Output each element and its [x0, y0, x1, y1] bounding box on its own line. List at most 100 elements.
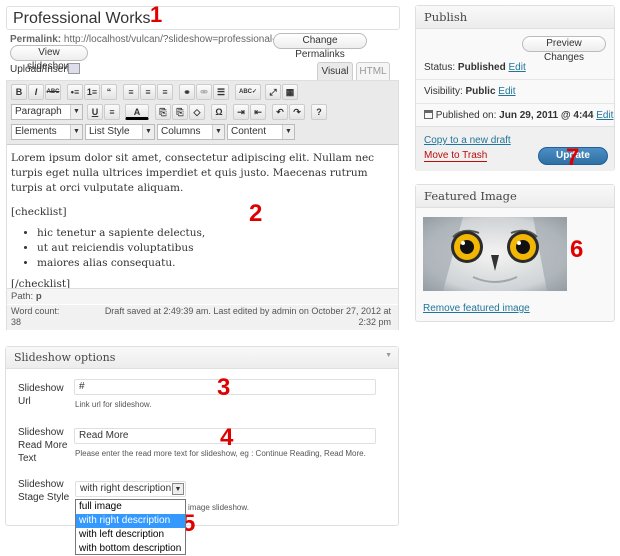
justify-button[interactable]: ≡ — [104, 104, 120, 120]
annotation-4: 4 — [220, 424, 234, 451]
tab-visual[interactable]: Visual — [317, 62, 353, 80]
align-right-button[interactable]: ≡ — [157, 84, 173, 100]
publish-box: Publish Preview Changes Status: Publishe… — [415, 5, 615, 171]
annotation-1: 1 — [150, 2, 163, 27]
visibility-edit-link[interactable]: Edit — [498, 86, 515, 97]
featured-image-title: Featured Image — [416, 185, 614, 208]
status-value: Published — [457, 62, 506, 73]
move-to-trash-link[interactable]: Move to Trash — [424, 150, 488, 162]
change-permalinks-button[interactable]: Change Permalinks — [273, 33, 367, 60]
italic-button[interactable]: I — [28, 84, 44, 100]
content-select[interactable]: Content ▼ — [227, 124, 295, 140]
align-center-button[interactable]: ≡ — [140, 84, 156, 100]
dropdown-option-bottom-description[interactable]: with bottom description — [76, 542, 185, 556]
text-color-button[interactable]: A — [125, 104, 149, 120]
checklist: hic tenetur a sapiente delectus, ut aut … — [37, 226, 393, 271]
chevron-down-icon: ▼ — [70, 105, 82, 119]
dropdown-option-full-image[interactable]: full image — [76, 500, 185, 514]
liststyle-select[interactable]: List Style ▼ — [85, 124, 155, 140]
editor-toolbar: B I ABC •≡ 1≡ “ ≡ ≡ ≡ ⚭ ⚮ ☰ ABC✓ ⤢ ▦ Par… — [7, 81, 398, 145]
visibility-label: Visibility: — [424, 86, 463, 97]
published-label: Published on: — [435, 110, 497, 121]
path-value[interactable]: p — [36, 291, 42, 302]
underline-button[interactable]: U — [87, 104, 103, 120]
annotation-2: 2 — [249, 200, 263, 227]
indent-button[interactable]: ⇥ — [233, 104, 249, 120]
status-bar: Word count: 38 Draft saved at 2:49:39 am… — [7, 305, 398, 330]
permalink-url[interactable]: http://localhost/vulcan/?slideshow=profe… — [64, 34, 302, 45]
dropdown-option-right-description[interactable]: with right description — [76, 514, 185, 528]
insert-link-button[interactable]: ⚭ — [179, 84, 195, 100]
columns-select[interactable]: Columns ▼ — [157, 124, 225, 140]
shortcode-open: [checklist] — [11, 206, 67, 218]
remove-featured-image-link[interactable]: Remove featured image — [423, 303, 530, 314]
bold-button[interactable]: B — [11, 84, 27, 100]
content-paragraph: Lorem ipsum dolor sit amet, consectetur … — [11, 152, 375, 194]
outdent-button[interactable]: ⇤ — [250, 104, 266, 120]
media-upload-icon[interactable] — [68, 63, 80, 74]
paste-word-button[interactable]: ⎘ — [172, 104, 188, 120]
post-title-input[interactable]: Professional Works — [6, 6, 400, 30]
copy-to-draft-link[interactable]: Copy to a new draft — [424, 135, 511, 146]
content-select-value: Content — [231, 126, 267, 137]
published-value: Jun 29, 2011 @ 4:44 — [499, 110, 594, 121]
annotation-7: 7 — [566, 144, 580, 171]
strikethrough-button[interactable]: ABC — [45, 84, 61, 100]
more-tag-button[interactable]: ☰ — [213, 84, 229, 100]
paste-text-button[interactable]: ⎘ — [155, 104, 171, 120]
editor: B I ABC •≡ 1≡ “ ≡ ≡ ≡ ⚭ ⚮ ☰ ABC✓ ⤢ ▦ Par… — [6, 80, 399, 330]
editor-content[interactable]: Lorem ipsum dolor sit amet, consectetur … — [11, 151, 393, 292]
tab-html[interactable]: HTML — [356, 62, 390, 80]
publish-title: Publish — [416, 6, 614, 29]
word-count-label: Word count: — [11, 306, 60, 316]
collapse-arrow-icon[interactable]: ▼ — [385, 352, 392, 359]
published-row: Published on: Jun 29, 2011 @ 4:44 Edit — [424, 110, 613, 121]
spellcheck-button[interactable]: ABC✓ — [235, 84, 261, 100]
featured-image-box: Featured Image Remove featured image — [415, 184, 615, 322]
kitchen-sink-button[interactable]: ▦ — [282, 84, 298, 100]
path-bar: Path: p — [7, 288, 398, 304]
undo-button[interactable]: ↶ — [272, 104, 288, 120]
draft-status: Draft saved at 2:49:39 am. Last edited b… — [104, 306, 391, 327]
stage-select-value: with right description — [80, 483, 172, 494]
visibility-value: Public — [465, 86, 496, 97]
align-left-button[interactable]: ≡ — [123, 84, 139, 100]
bullet-list-button[interactable]: •≡ — [67, 84, 83, 100]
dropdown-option-left-description[interactable]: with left description — [76, 528, 185, 542]
columns-select-value: Columns — [161, 126, 201, 137]
unlink-button[interactable]: ⚮ — [196, 84, 212, 100]
chevron-down-icon: ▼ — [172, 483, 184, 495]
annotation-6: 6 — [570, 236, 584, 263]
elements-select[interactable]: Elements ▼ — [11, 124, 83, 140]
owl-image[interactable] — [423, 217, 567, 291]
path-label: Path: — [11, 291, 34, 302]
chevron-down-icon: ▼ — [282, 125, 294, 139]
view-slideshow-button[interactable]: View slideshow — [10, 45, 88, 72]
special-char-button[interactable]: Ω — [211, 104, 227, 120]
chevron-down-icon: ▼ — [212, 125, 224, 139]
liststyle-select-value: List Style — [89, 126, 130, 137]
slideshow-options-title: Slideshow options — [6, 347, 398, 369]
redo-button[interactable]: ↷ — [289, 104, 305, 120]
annotation-3: 3 — [217, 374, 231, 401]
published-edit-link[interactable]: Edit — [596, 110, 613, 121]
list-item: ut aut reiciendis voluptatibus — [37, 241, 393, 256]
help-button[interactable]: ? — [311, 104, 327, 120]
remove-format-button[interactable]: ◇ — [189, 104, 205, 120]
slideshow-url-label: Slideshow Url — [18, 383, 64, 407]
list-item: maiores alias consequatu. — [37, 256, 393, 271]
elements-select-value: Elements — [15, 126, 57, 137]
visibility-row: Visibility: Public Edit — [424, 86, 516, 97]
slideshow-stage-select[interactable]: with right description ▼ — [75, 481, 186, 497]
status-row: Status: Published Edit — [424, 62, 526, 73]
list-item: hic tenetur a sapiente delectus, — [37, 226, 393, 241]
numbered-list-button[interactable]: 1≡ — [84, 84, 100, 100]
permalink-row: Permalink: http://localhost/vulcan/?slid… — [10, 34, 302, 45]
status-edit-link[interactable]: Edit — [509, 62, 526, 73]
chevron-down-icon: ▼ — [142, 125, 154, 139]
format-select[interactable]: Paragraph ▼ — [11, 104, 83, 120]
fullscreen-button[interactable]: ⤢ — [265, 84, 281, 100]
word-count: 38 — [11, 317, 22, 327]
blockquote-button[interactable]: “ — [101, 84, 117, 100]
preview-changes-button[interactable]: Preview Changes — [522, 36, 606, 63]
